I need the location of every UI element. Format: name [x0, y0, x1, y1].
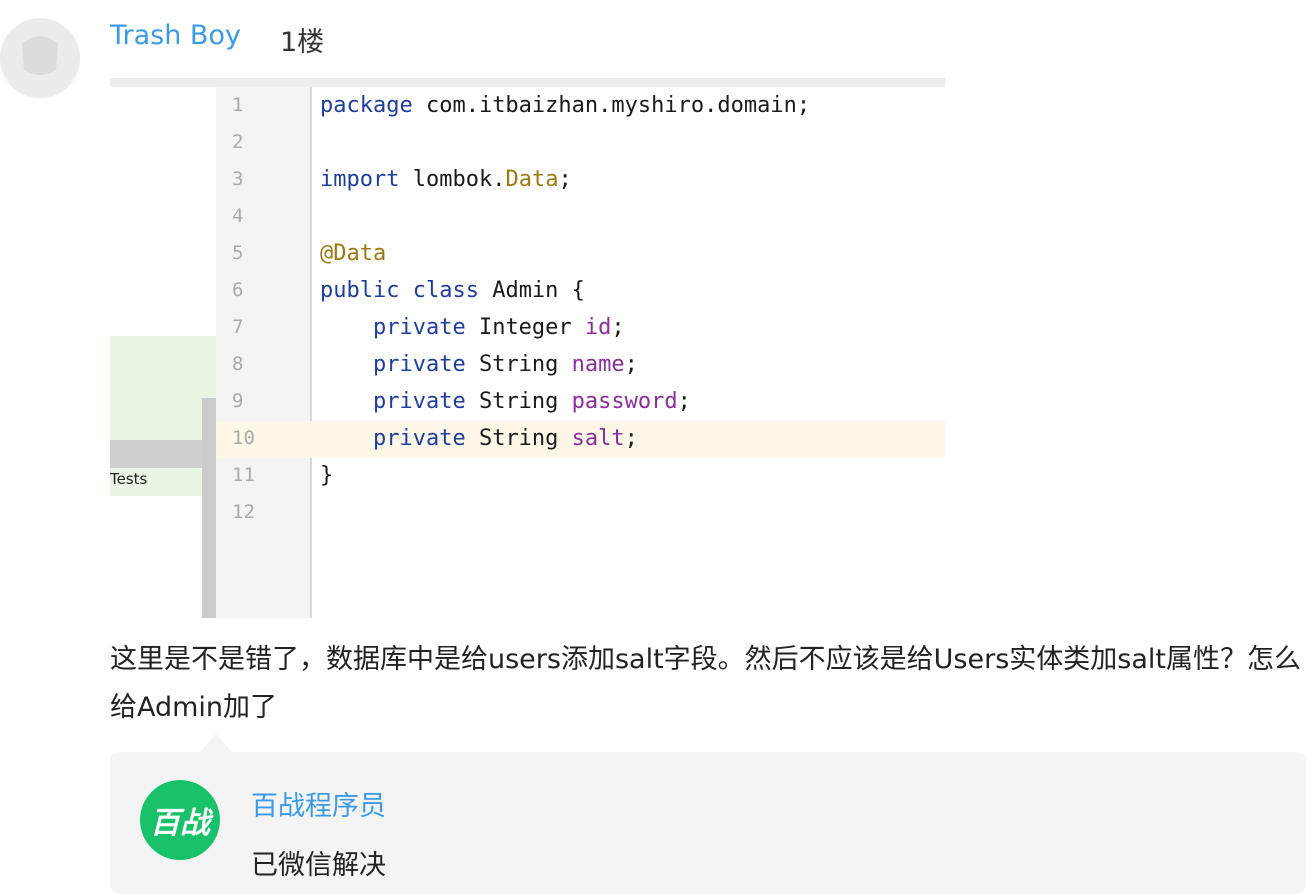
line-number: 4	[232, 205, 244, 227]
line-number: 9	[232, 390, 244, 412]
line-number: 5	[232, 242, 244, 264]
line-number: 12	[232, 501, 255, 523]
editor-top-strip	[110, 78, 945, 87]
code-text: package com.itbaizhan.myshiro.domain;	[320, 93, 811, 118]
code-text: @Data	[320, 241, 387, 266]
side-panel-label: Tests	[110, 470, 148, 488]
line-number: 8	[232, 353, 244, 375]
code-text: import lombok.Data;	[320, 167, 572, 192]
line-number: 10	[232, 427, 255, 449]
side-panel-band	[110, 440, 216, 468]
code-text: private String password;	[372, 389, 691, 414]
code-text: public class Admin {	[320, 278, 585, 303]
code-line: 9 private String password;	[216, 383, 945, 420]
code-line: 7 private Integer id;	[216, 309, 945, 346]
comment-text: 这里是不是错了，数据库中是给users添加salt字段。然后不应该是给Users…	[110, 644, 1301, 723]
line-number: 3	[232, 168, 244, 190]
reply-username[interactable]: 百战程序员	[251, 784, 386, 823]
reply-text: 已微信解决	[251, 850, 386, 881]
side-scrollbar	[202, 398, 216, 618]
line-number: 11	[232, 464, 255, 486]
code-text: }	[320, 463, 334, 488]
code-line: 10 private String salt;	[216, 420, 945, 457]
line-number: 6	[232, 279, 244, 301]
code-line: 2	[216, 124, 945, 161]
comment-username[interactable]: Trash Boy	[110, 20, 241, 51]
code-text: private String salt;	[372, 426, 638, 451]
reply-avatar[interactable]: 百战	[140, 780, 220, 860]
code-line: 8 private String name;	[216, 346, 945, 383]
code-line: 11}	[216, 457, 945, 494]
code-line: 12	[216, 494, 945, 531]
code-line: 6 public class Admin {	[216, 272, 945, 309]
user-avatar[interactable]	[0, 18, 80, 98]
floor-number: 1楼	[280, 27, 325, 58]
default-avatar-icon	[0, 18, 80, 98]
reply-pointer	[200, 734, 232, 752]
code-text: private String name;	[372, 352, 638, 377]
line-number: 2	[232, 131, 244, 153]
code-line: 5 @Data	[216, 235, 945, 272]
line-number: 7	[232, 316, 244, 338]
code-line: 1 package com.itbaizhan.myshiro.domain;	[216, 87, 945, 124]
code-line: 4	[216, 198, 945, 235]
line-number: 1	[232, 94, 244, 116]
code-line: 3 import lombok.Data;	[216, 161, 945, 198]
code-text: private Integer id;	[372, 315, 625, 340]
code-screenshot: Tests 1 package com.itbaizhan.myshiro.dom…	[110, 78, 945, 618]
